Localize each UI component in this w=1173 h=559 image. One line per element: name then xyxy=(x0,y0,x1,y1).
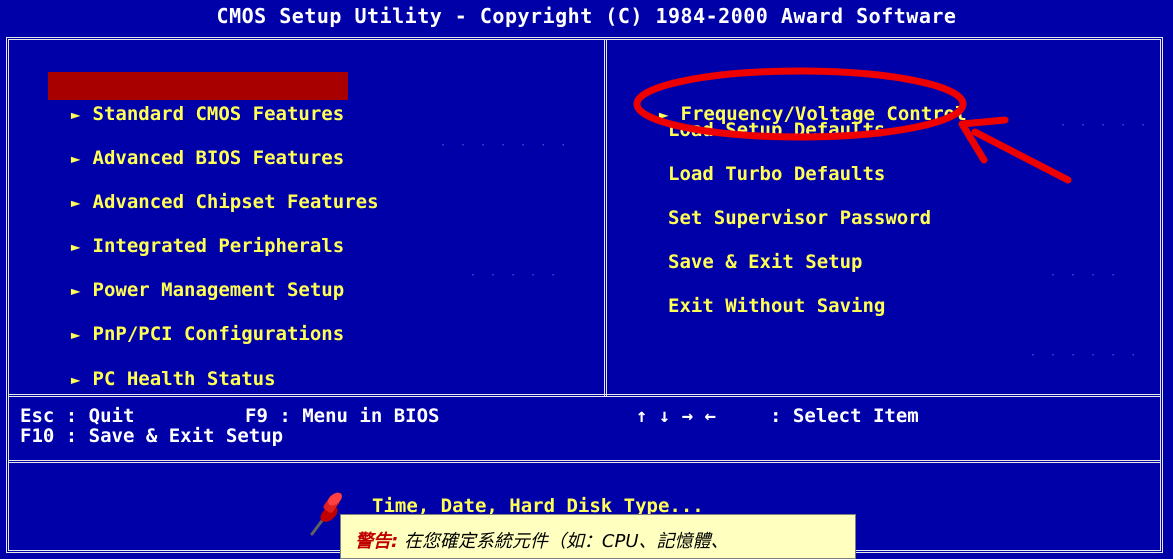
menu-item-power-management-setup[interactable]: ► Power Management Setup xyxy=(48,248,344,301)
hint-f10-save-exit: F10 : Save & Exit Setup xyxy=(20,425,284,447)
keys-divider xyxy=(8,394,1161,397)
hint-esc-quit: Esc : Quit xyxy=(20,405,135,427)
hint-arrow-keys: ↑ ↓ → ← xyxy=(636,405,717,427)
background-dots: · · · · · · xyxy=(1030,350,1141,361)
background-dots: · · · · xyxy=(1050,270,1121,281)
hint-select-item: : Select Item xyxy=(770,405,919,427)
warning-text: 在您確定系統元件（如：CPU、記憶體、 xyxy=(403,531,729,552)
menu-item-set-supervisor-password[interactable]: Set Supervisor Password xyxy=(668,204,931,232)
menu-item-load-setup-defaults[interactable]: Load Setup Defaults xyxy=(668,116,885,144)
background-dots: · · · · · xyxy=(470,270,561,281)
menu-divider xyxy=(604,39,607,396)
help-divider xyxy=(8,460,1161,463)
menu-arrow-icon: ► xyxy=(70,370,81,389)
warning-note: 警告: 在您確定系統元件（如：CPU、記憶體、 xyxy=(340,514,856,559)
hint-f9-menu: F9 : Menu in BIOS xyxy=(245,405,440,427)
background-dots: · · · · · · · xyxy=(440,140,571,151)
menu-item-pc-health-status[interactable]: ► PC Health Status xyxy=(48,337,276,390)
background-dots: · · · · · xyxy=(1060,120,1151,131)
menu-item-save-exit-setup[interactable]: Save & Exit Setup xyxy=(668,248,862,276)
menu-item-frequency-voltage-control[interactable]: ► Frequency/Voltage Control xyxy=(636,72,967,125)
menu-item-load-turbo-defaults[interactable]: Load Turbo Defaults xyxy=(668,160,885,188)
menu-item-advanced-chipset-features[interactable]: ► Advanced Chipset Features xyxy=(48,160,379,213)
window-title: CMOS Setup Utility - Copyright (C) 1984-… xyxy=(0,0,1173,32)
warning-label: 警告: xyxy=(355,531,399,552)
menu-item-advanced-bios-features[interactable]: ► Advanced BIOS Features xyxy=(48,116,344,169)
menu-item-standard-cmos-features[interactable]: ► Standard CMOS Features xyxy=(48,72,349,125)
menu-item-integrated-peripherals[interactable]: ► Integrated Peripherals xyxy=(48,204,344,257)
menu-item-exit-without-saving[interactable]: Exit Without Saving xyxy=(668,292,885,320)
menu-item-pnp-pci-configurations[interactable]: ► PnP/PCI Configurations xyxy=(48,292,344,345)
